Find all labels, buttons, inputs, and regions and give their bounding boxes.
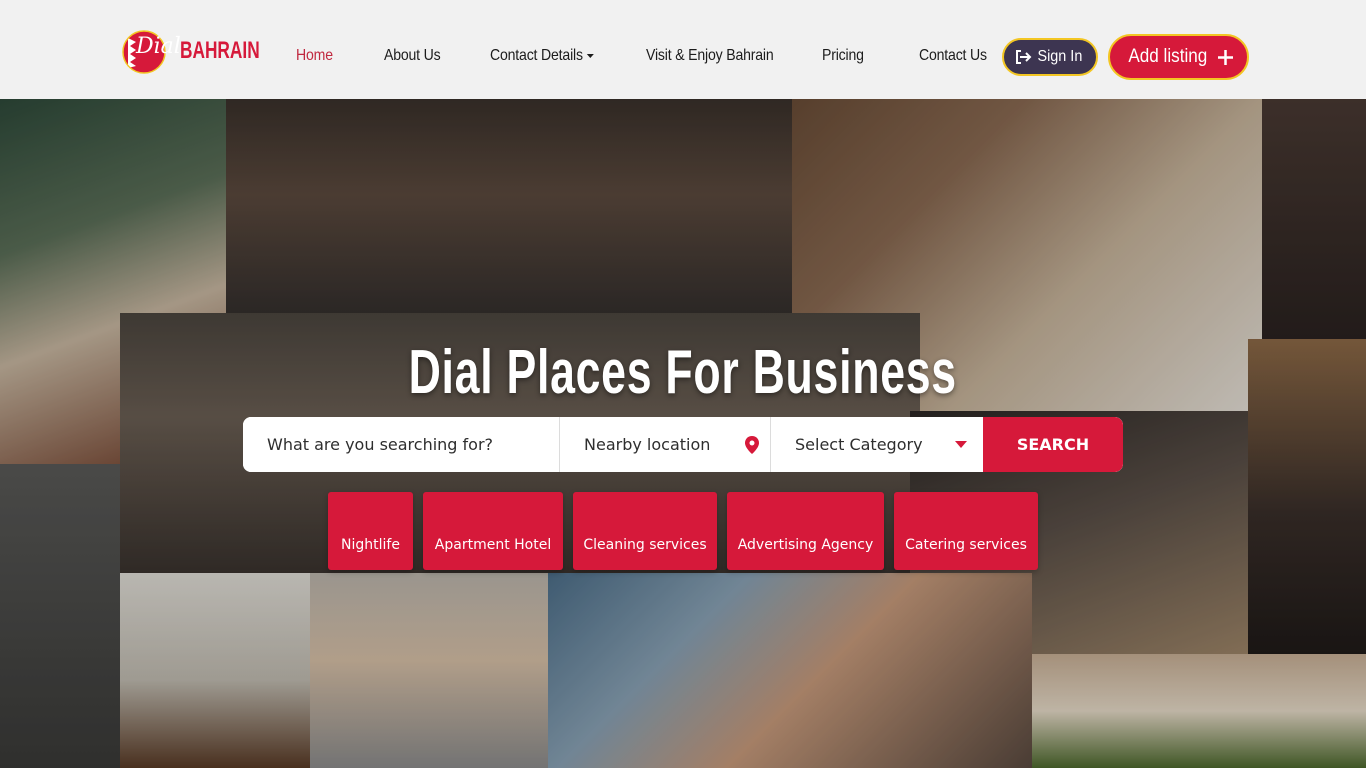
search-bar: Select Category SEARCH bbox=[243, 417, 1123, 472]
hero-title: Dial Places For Business bbox=[0, 337, 1366, 408]
dial-bahrain-logo[interactable]: Dial BAHRAIN bbox=[122, 28, 260, 76]
category-select-value: Select Category bbox=[795, 435, 923, 454]
category-select[interactable]: Select Category bbox=[771, 417, 983, 472]
sign-in-button[interactable]: Sign In bbox=[1002, 38, 1098, 76]
category-chip-apartment-hotel[interactable]: Apartment Hotel bbox=[423, 492, 563, 570]
search-button[interactable]: SEARCH bbox=[983, 417, 1123, 472]
nav-contact-us[interactable]: Contact Us bbox=[919, 47, 987, 65]
add-listing-label: Add listing bbox=[1128, 46, 1208, 67]
sign-in-icon bbox=[1016, 50, 1032, 64]
sign-in-label: Sign In bbox=[1037, 48, 1083, 65]
add-listing-button[interactable]: Add listing bbox=[1108, 34, 1249, 80]
nav-contact-details[interactable]: Contact Details bbox=[490, 47, 594, 65]
caret-down-icon bbox=[955, 441, 967, 448]
map-pin-icon bbox=[745, 436, 759, 454]
category-chip-advertising-agency[interactable]: Advertising Agency bbox=[727, 492, 884, 570]
nav-visit-enjoy-bahrain[interactable]: Visit & Enjoy Bahrain bbox=[646, 47, 774, 65]
category-chip-cleaning-services[interactable]: Cleaning services bbox=[573, 492, 717, 570]
nav-about-us[interactable]: About Us bbox=[384, 47, 441, 65]
logo-script: Dial bbox=[136, 34, 181, 59]
chevron-down-icon bbox=[586, 53, 594, 58]
logo-text: BAHRAIN bbox=[180, 37, 260, 64]
hero-title-text: Dial Places For Business bbox=[408, 338, 958, 407]
nav-home[interactable]: Home bbox=[296, 47, 333, 65]
search-input[interactable] bbox=[243, 417, 560, 472]
category-chip-nightlife[interactable]: Nightlife bbox=[328, 492, 413, 570]
nav-contact-details-label: Contact Details bbox=[490, 47, 583, 64]
plus-icon bbox=[1217, 49, 1233, 65]
hero-section: Dial Places For Business Select Category… bbox=[0, 99, 1366, 768]
category-chip-catering-services[interactable]: Catering services bbox=[894, 492, 1038, 570]
location-field bbox=[560, 417, 771, 472]
nav-pricing[interactable]: Pricing bbox=[822, 47, 864, 65]
location-input[interactable] bbox=[560, 417, 771, 472]
site-header: Dial BAHRAIN Home About Us Contact Detai… bbox=[0, 0, 1366, 99]
